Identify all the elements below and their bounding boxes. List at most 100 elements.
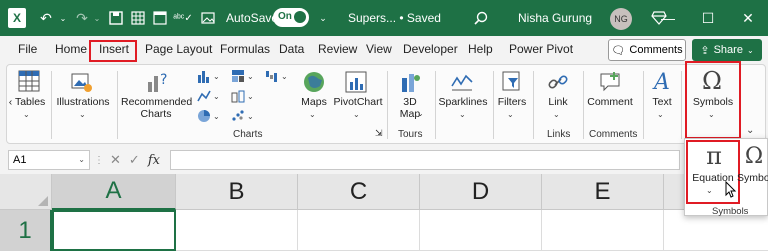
text-icon[interactable]: A (649, 69, 675, 95)
illustrations-icon[interactable] (69, 69, 95, 95)
statistic-chart-icon[interactable] (229, 87, 247, 105)
tab-power-pivot[interactable]: Power Pivot (509, 42, 573, 56)
link-icon[interactable] (545, 69, 571, 95)
tab-page-layout[interactable]: Page Layout (145, 42, 212, 56)
maximize-icon[interactable]: ☐ (688, 0, 728, 36)
column-chart-dropdown-icon[interactable]: ⌄ (213, 71, 220, 83)
line-chart-dropdown-icon[interactable]: ⌄ (213, 91, 220, 103)
insert-function-icon[interactable]: fx (148, 153, 160, 168)
sparklines-icon[interactable] (449, 69, 475, 95)
pie-chart-dropdown-icon[interactable]: ⌄ (213, 111, 220, 123)
row-header-1[interactable]: 1 (0, 210, 52, 251)
pivotchart-button[interactable]: PivotChart (331, 96, 385, 108)
redo-icon[interactable]: ↷ (72, 8, 92, 28)
cell-d1[interactable] (420, 210, 542, 251)
cancel-icon[interactable]: ✕ (110, 152, 121, 168)
spelling-icon[interactable]: ᵃᵇᶜ✓ (172, 8, 194, 28)
share-button[interactable]: ⇪ Share ⌄ (692, 39, 762, 61)
filters-dropdown-icon[interactable]: ⌄ (507, 109, 514, 121)
table-icon[interactable] (17, 69, 41, 93)
tables-dropdown-icon[interactable]: ⌄ (23, 109, 30, 121)
autosave-toggle[interactable]: On (273, 8, 309, 27)
hierarchy-chart-icon[interactable] (229, 67, 247, 85)
column-header-e[interactable]: E (542, 174, 664, 210)
column-header-c[interactable]: C (298, 174, 420, 210)
tab-data[interactable]: Data (279, 42, 304, 56)
picture-icon[interactable] (198, 8, 218, 28)
scatter-chart-icon[interactable] (229, 107, 247, 125)
avatar[interactable]: NG (610, 8, 632, 30)
column-header-d[interactable]: D (420, 174, 542, 210)
filters-icon[interactable] (499, 69, 525, 95)
maps-dropdown-icon[interactable]: ⌄ (309, 109, 316, 121)
omega-icon[interactable]: Ω (740, 141, 768, 171)
tab-view[interactable]: View (366, 42, 392, 56)
waterfall-chart-icon[interactable] (263, 67, 281, 85)
scatter-chart-dropdown-icon[interactable]: ⌄ (247, 111, 254, 123)
recommended-charts-icon[interactable]: ? (145, 69, 171, 95)
symbol-button[interactable]: Symbol (737, 172, 768, 184)
comments-button[interactable]: 🗨 Comments (608, 39, 686, 61)
illustrations-dropdown-icon[interactable]: ⌄ (79, 109, 86, 121)
maps-button[interactable]: Maps (295, 96, 333, 108)
tab-file[interactable]: File (18, 42, 37, 56)
close-icon[interactable]: ✕ (728, 0, 768, 36)
pivotchart-dropdown-icon[interactable]: ⌄ (353, 109, 360, 121)
sparklines-button[interactable]: Sparklines (435, 96, 491, 108)
pivotchart-icon[interactable] (343, 69, 369, 95)
cell-a1[interactable] (52, 210, 176, 251)
grid-icon[interactable] (128, 8, 148, 28)
column-header-a[interactable]: A (52, 174, 176, 210)
maps-icon[interactable] (301, 69, 327, 95)
tables-button[interactable]: ‹ Tables (7, 96, 47, 108)
minimize-icon[interactable]: — (648, 0, 688, 36)
redo-dropdown-icon[interactable]: ⌄ (92, 8, 102, 28)
column-chart-icon[interactable] (195, 67, 213, 85)
new-comment-icon[interactable] (597, 69, 623, 95)
pie-chart-icon[interactable] (195, 107, 213, 125)
save-icon[interactable] (106, 8, 126, 28)
illustrations-button[interactable]: Illustrations (55, 96, 111, 108)
column-header-b[interactable]: B (176, 174, 298, 210)
name-box[interactable]: A1 ⌄ (8, 150, 90, 170)
3d-map-dropdown-icon[interactable]: ⌄ (417, 108, 424, 120)
collapse-ribbon-icon[interactable]: ⌄ (746, 125, 754, 137)
tab-home[interactable]: Home (55, 42, 87, 56)
comment-button[interactable]: Comment (585, 96, 635, 108)
tab-review[interactable]: Review (318, 42, 357, 56)
enter-icon[interactable]: ✓ (129, 152, 140, 168)
recommended-charts-line2[interactable]: Charts (121, 108, 191, 120)
select-all-button[interactable] (0, 174, 52, 210)
name-box-dropdown-icon[interactable]: ⌄ (78, 155, 85, 164)
user-name[interactable]: Nisha Gurung (518, 11, 592, 25)
table-icon[interactable] (150, 8, 170, 28)
tab-developer[interactable]: Developer (403, 42, 458, 56)
share-icon: ⇪ (700, 44, 710, 57)
waterfall-chart-dropdown-icon[interactable]: ⌄ (281, 71, 288, 83)
3d-map-icon[interactable] (397, 69, 423, 95)
group-label-links: Links (547, 129, 571, 140)
formula-input[interactable] (170, 150, 680, 170)
charts-dialog-launcher-icon[interactable]: ⇲ (375, 127, 383, 139)
hierarchy-chart-dropdown-icon[interactable]: ⌄ (247, 71, 254, 83)
cell-b1[interactable] (176, 210, 298, 251)
undo-dropdown-icon[interactable]: ⌄ (58, 8, 68, 28)
filters-button[interactable]: Filters (493, 96, 531, 108)
link-button[interactable]: Link (539, 96, 577, 108)
recommended-charts-line1[interactable]: Recommended (121, 96, 192, 108)
document-title[interactable]: Supers... • Saved (348, 11, 441, 25)
cell-c1[interactable] (298, 210, 420, 251)
more-commands-icon[interactable]: ⌄ (316, 8, 330, 28)
line-chart-icon[interactable] (195, 87, 213, 105)
text-button[interactable]: Text (645, 96, 679, 108)
search-icon[interactable] (470, 8, 492, 28)
link-dropdown-icon[interactable]: ⌄ (553, 109, 560, 121)
3d-map-line1[interactable]: 3D (391, 96, 429, 108)
undo-icon[interactable]: ↶ (36, 8, 56, 28)
sparklines-dropdown-icon[interactable]: ⌄ (459, 109, 466, 121)
cell-e1[interactable] (542, 210, 664, 251)
statistic-chart-dropdown-icon[interactable]: ⌄ (247, 91, 254, 103)
tab-help[interactable]: Help (468, 42, 493, 56)
tab-formulas[interactable]: Formulas (220, 42, 270, 56)
text-dropdown-icon[interactable]: ⌄ (657, 109, 664, 121)
